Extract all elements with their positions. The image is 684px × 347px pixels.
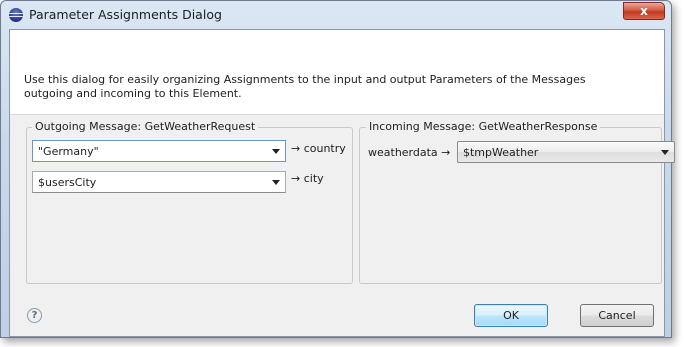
city-value-combo[interactable]: $usersCity <box>32 171 286 193</box>
eclipse-icon <box>9 8 23 22</box>
close-button[interactable]: x <box>623 2 665 20</box>
title-bar[interactable]: Parameter Assignments Dialog x <box>1 1 671 29</box>
dialog-description: Use this dialog for easily organizing As… <box>24 73 586 100</box>
country-target-label: → country <box>291 142 346 155</box>
dialog-window: Parameter Assignments Dialog x Use this … <box>0 0 675 338</box>
incoming-message-group: Incoming Message: GetWeatherResponse wea… <box>359 120 675 284</box>
dialog-client-area: Use this dialog for easily organizing As… <box>9 29 675 337</box>
country-value: "Germany" <box>38 145 99 158</box>
help-icon[interactable]: ? <box>27 308 42 323</box>
description-area: Use this dialog for easily organizing As… <box>10 30 664 115</box>
outgoing-message-group: Outgoing Message: GetWeatherRequest "Ger… <box>26 120 353 284</box>
chevron-down-icon[interactable] <box>272 149 280 154</box>
cancel-button[interactable]: Cancel <box>580 304 654 327</box>
city-target-label: → city <box>291 172 324 185</box>
window-title: Parameter Assignments Dialog <box>29 7 222 22</box>
ok-button[interactable]: OK <box>474 304 548 327</box>
weatherdata-value-combo[interactable]: $tmpWeather <box>457 141 675 163</box>
chevron-down-icon[interactable] <box>272 180 280 185</box>
weatherdata-source-label: weatherdata → <box>368 146 451 159</box>
outgoing-message-title: Outgoing Message: GetWeatherRequest <box>32 120 259 133</box>
weatherdata-value: $tmpWeather <box>463 146 539 159</box>
chevron-down-icon[interactable] <box>661 150 669 155</box>
country-value-combo[interactable]: "Germany" <box>32 140 286 162</box>
incoming-message-title: Incoming Message: GetWeatherResponse <box>366 120 601 133</box>
close-icon: x <box>640 4 648 18</box>
city-value: $usersCity <box>38 176 97 189</box>
